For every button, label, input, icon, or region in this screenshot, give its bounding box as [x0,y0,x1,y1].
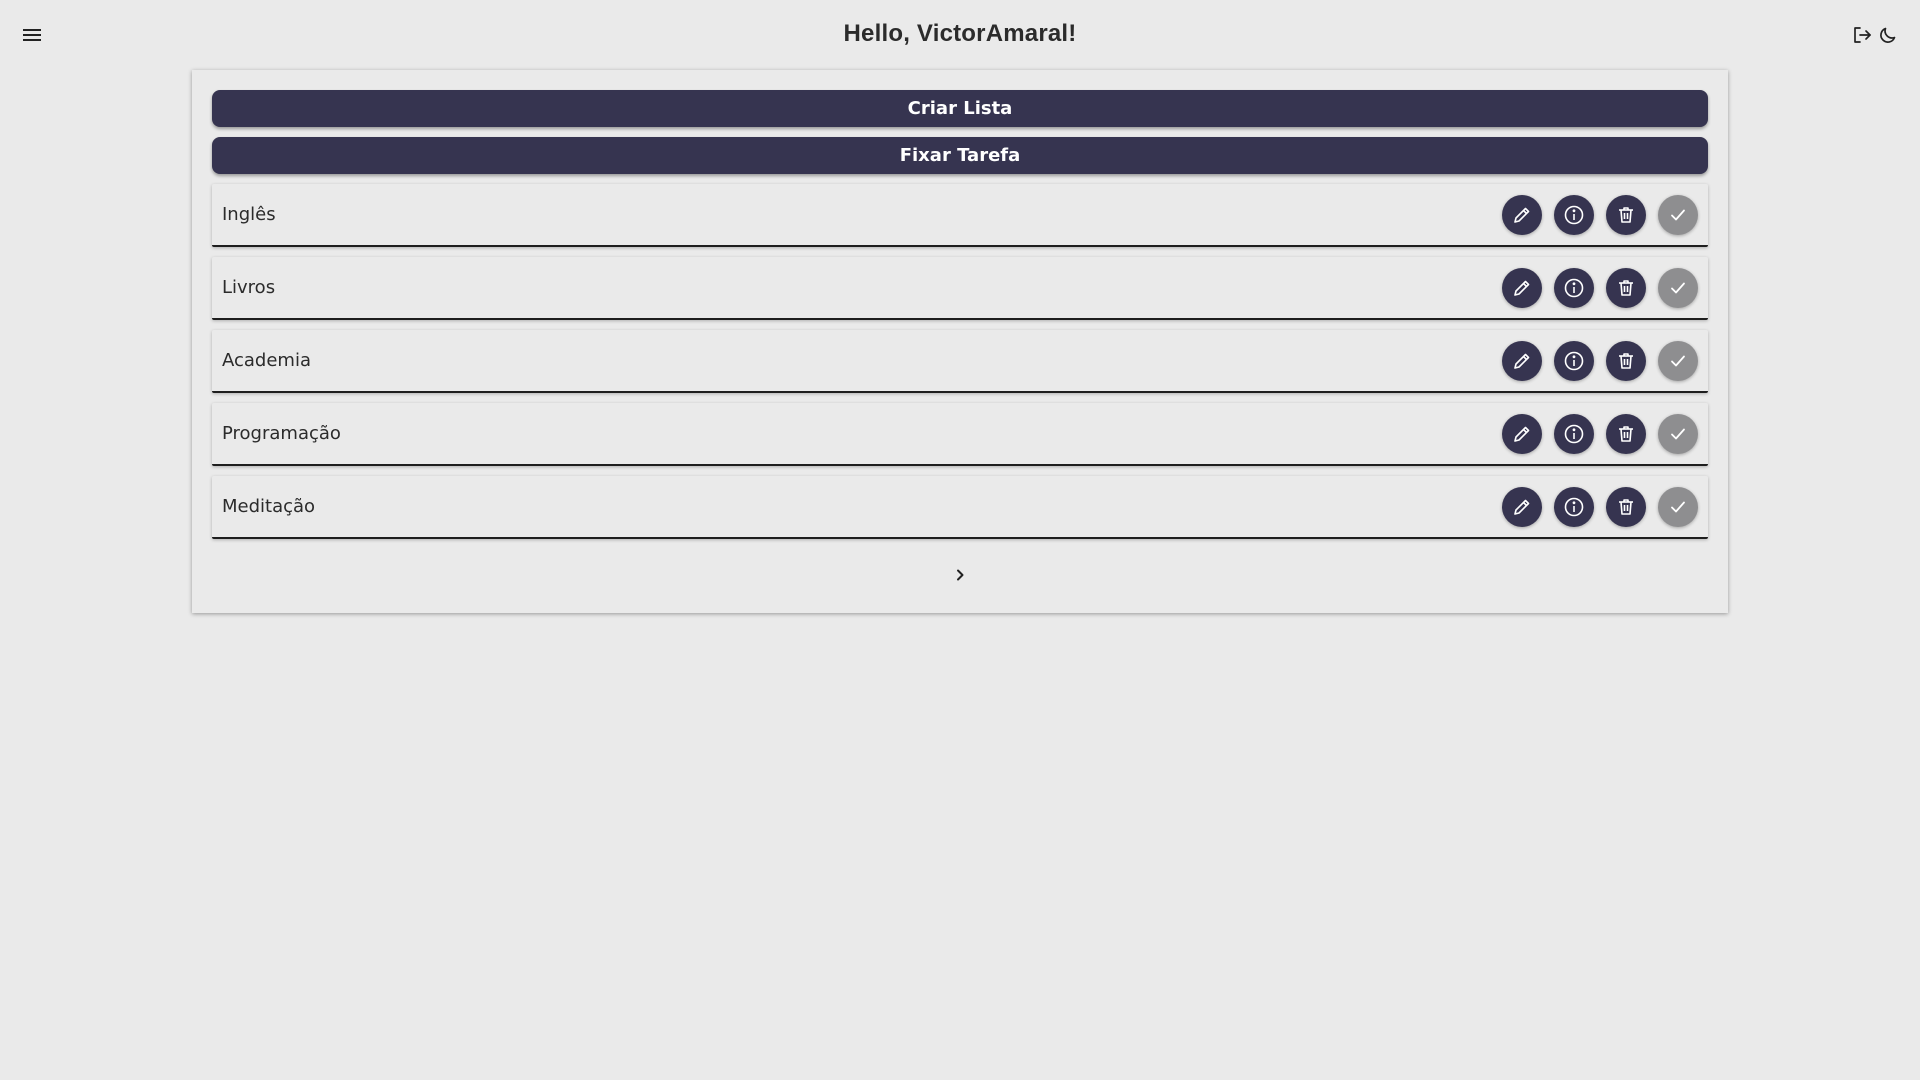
task-lists: Inglês Livros Academia Programação Medit… [212,184,1708,539]
list-item-actions [1502,486,1698,527]
pin-task-button[interactable]: Fixar Tarefa [212,137,1708,174]
info-icon [1564,205,1584,224]
top-bar: Hello, VictorAmaral! [0,0,1920,70]
list-item-label: Programação [222,423,341,444]
pencil-icon [1514,426,1530,442]
logout-icon[interactable] [1850,23,1874,47]
pencil-icon [1514,499,1530,515]
check-icon [1671,355,1685,366]
list-item-actions [1502,267,1698,308]
list-item-actions [1502,413,1698,454]
info-icon [1564,424,1584,443]
delete-button[interactable] [1606,194,1646,235]
check-icon [1671,501,1685,512]
check-icon [1671,428,1685,439]
info-icon [1564,278,1584,297]
trash-icon [1619,206,1633,223]
complete-button[interactable] [1658,340,1698,381]
list-item-actions [1502,340,1698,381]
edit-button[interactable] [1502,194,1542,235]
list-item[interactable]: Livros [212,257,1708,320]
pencil-icon [1514,353,1530,369]
list-item-label: Academia [222,350,311,371]
edit-button[interactable] [1502,340,1542,381]
list-item-label: Meditação [222,496,316,517]
lists-panel: Criar Lista Fixar Tarefa Inglês Livros A… [192,70,1728,613]
pagination [212,563,1708,587]
edit-button[interactable] [1502,486,1542,527]
complete-button[interactable] [1658,413,1698,454]
create-list-button[interactable]: Criar Lista [212,90,1708,127]
check-icon [1671,209,1685,220]
info-button[interactable] [1554,413,1594,454]
complete-button[interactable] [1658,194,1698,235]
complete-button[interactable] [1658,267,1698,308]
list-item[interactable]: Academia [212,330,1708,393]
info-icon [1564,351,1584,370]
header-actions [1850,23,1900,47]
trash-icon [1619,425,1633,442]
delete-button[interactable] [1606,267,1646,308]
edit-button[interactable] [1502,267,1542,308]
list-item-label: Inglês [222,204,276,225]
moon-icon[interactable] [1876,23,1900,47]
delete-button[interactable] [1606,486,1646,527]
list-item-label: Livros [222,277,276,298]
pencil-icon [1514,280,1530,296]
info-button[interactable] [1554,340,1594,381]
info-button[interactable] [1554,194,1594,235]
list-item[interactable]: Inglês [212,184,1708,247]
list-item-actions [1502,194,1698,235]
complete-button[interactable] [1658,486,1698,527]
info-button[interactable] [1554,486,1594,527]
check-icon [1671,282,1685,293]
edit-button[interactable] [1502,413,1542,454]
info-button[interactable] [1554,267,1594,308]
trash-icon [1619,279,1633,296]
trash-icon [1619,352,1633,369]
chevron-right-icon[interactable] [948,563,972,587]
list-item[interactable]: Meditação [212,476,1708,539]
trash-icon [1619,498,1633,515]
info-icon [1564,497,1584,516]
page-title: Hello, VictorAmaral! [843,20,1077,47]
pencil-icon [1514,207,1530,223]
delete-button[interactable] [1606,413,1646,454]
delete-button[interactable] [1606,340,1646,381]
list-item[interactable]: Programação [212,403,1708,466]
